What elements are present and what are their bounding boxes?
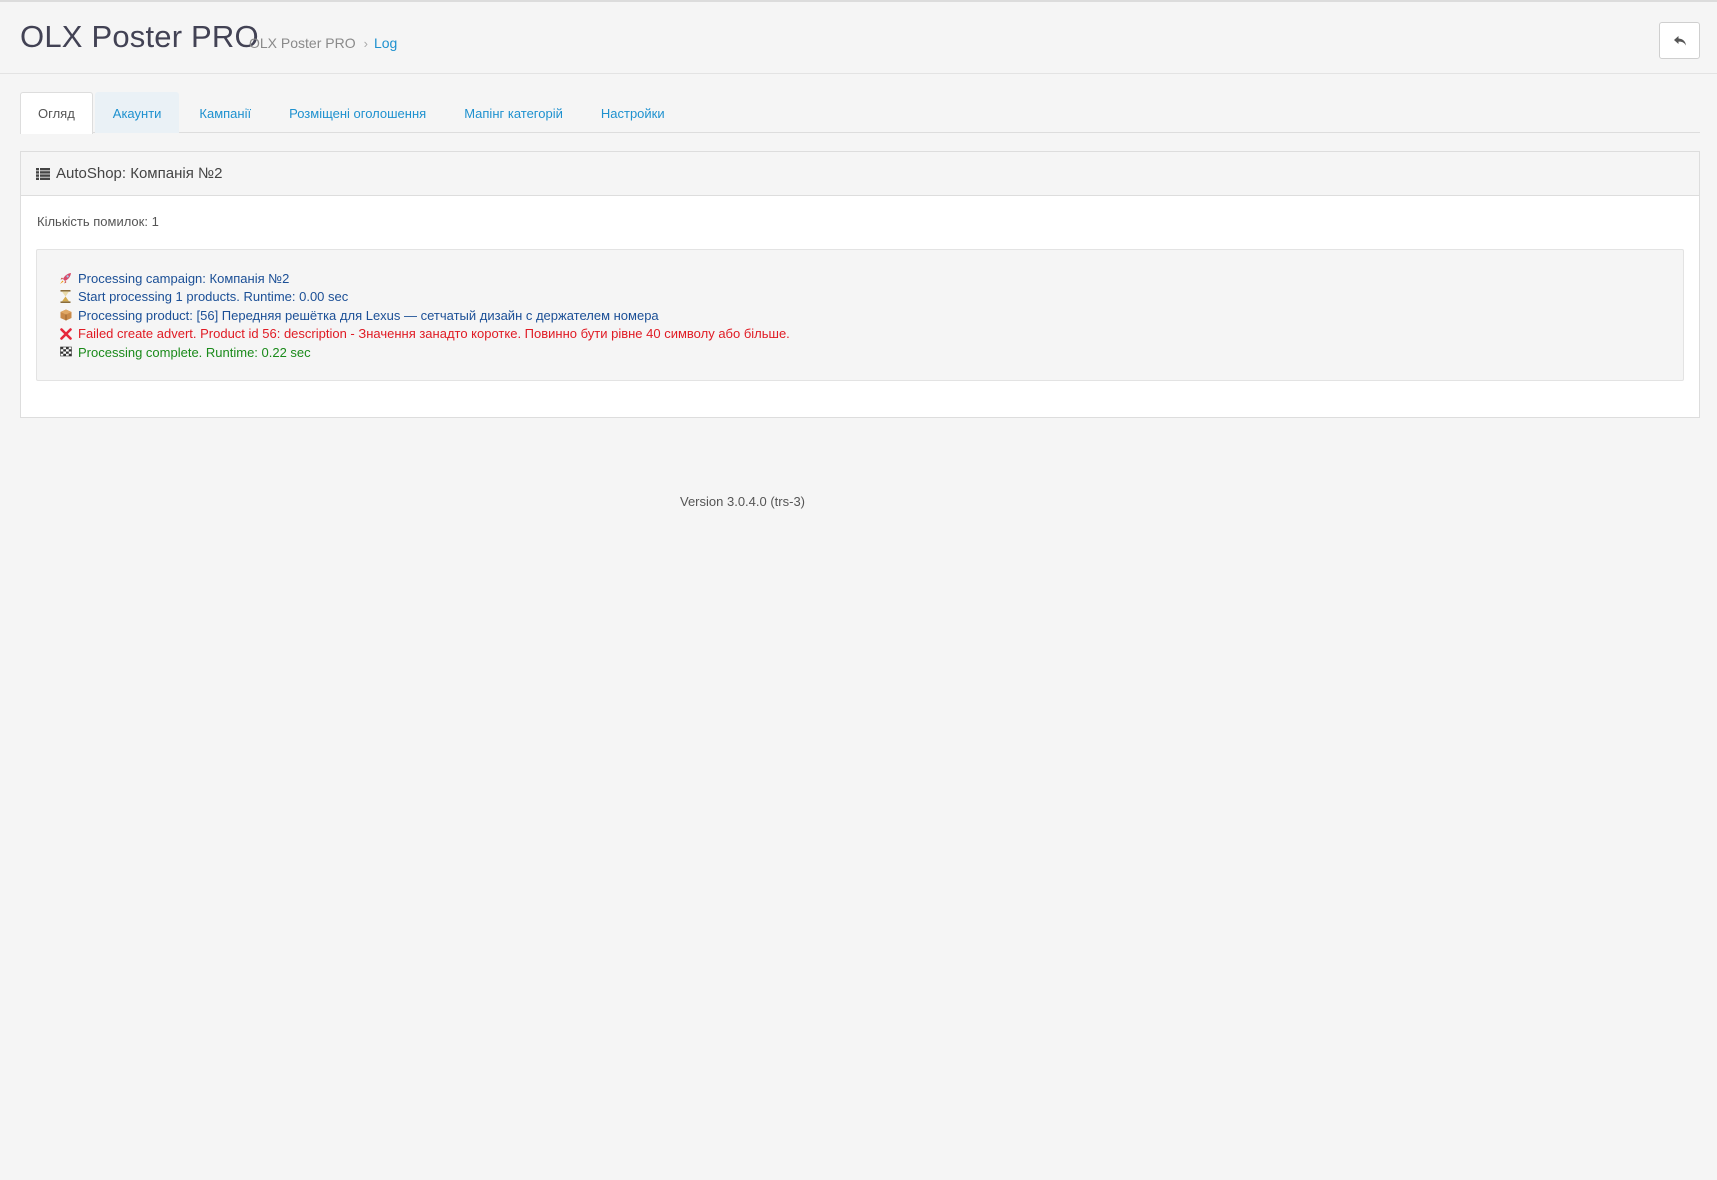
breadcrumb-item-log[interactable]: Log	[374, 35, 397, 51]
tab-settings[interactable]: Настройки	[583, 92, 683, 133]
log-line: Start processing 1 products. Runtime: 0.…	[58, 288, 1683, 307]
hourglass-icon	[58, 290, 73, 304]
page-header: OLX Poster PRO OLX Poster PRO › Log	[0, 2, 1717, 74]
log-text: Processing product: [56] Передняя решётк…	[78, 307, 659, 323]
log-box: Processing campaign: Компанія №2 Start p…	[36, 249, 1684, 381]
log-line: Processing campaign: Компанія №2	[58, 269, 1683, 288]
log-text: Start processing 1 products. Runtime: 0.…	[78, 289, 349, 305]
tab-campaigns[interactable]: Кампанії	[181, 92, 269, 133]
log-text: Processing campaign: Компанія №2	[78, 270, 290, 286]
log-text: Failed create advert. Product id 56: des…	[78, 326, 790, 342]
tab-posted-ads[interactable]: Розміщені оголошення	[271, 92, 444, 133]
back-button[interactable]	[1659, 22, 1700, 59]
panel-heading: AutoShop: Компанія №2	[21, 152, 1699, 196]
rocket-icon	[58, 271, 73, 285]
tab-overview[interactable]: Огляд	[20, 92, 93, 134]
error-count: Кількість помилок: 1	[37, 214, 159, 229]
log-text: Processing complete. Runtime: 0.22 sec	[78, 344, 311, 360]
tab-bar: Огляд Акаунти Кампанії Розміщені оголоше…	[20, 92, 1700, 134]
log-panel: AutoShop: Компанія №2 Кількість помилок:…	[20, 151, 1700, 418]
page-title: OLX Poster PRO	[20, 19, 259, 54]
breadcrumb-item-root[interactable]: OLX Poster PRO	[249, 35, 356, 51]
checkered-flag-icon	[58, 345, 73, 359]
cross-mark-icon	[58, 327, 73, 341]
log-line: Failed create advert. Product id 56: des…	[58, 325, 1683, 344]
tab-category-mapping[interactable]: Мапінг категорій	[446, 92, 581, 133]
tab-accounts[interactable]: Акаунти	[94, 92, 180, 133]
log-line: Processing product: [56] Передняя решётк…	[58, 306, 1683, 325]
package-icon	[58, 308, 73, 322]
log-line: Processing complete. Runtime: 0.22 sec	[58, 343, 1683, 362]
panel-title: AutoShop: Компанія №2	[56, 165, 223, 182]
reply-icon	[1673, 35, 1687, 47]
breadcrumb: OLX Poster PRO › Log	[249, 35, 397, 51]
footer-version: Version 3.0.4.0 (trs-3)	[680, 494, 805, 509]
list-icon	[36, 167, 50, 180]
breadcrumb-separator: ›	[363, 35, 368, 51]
